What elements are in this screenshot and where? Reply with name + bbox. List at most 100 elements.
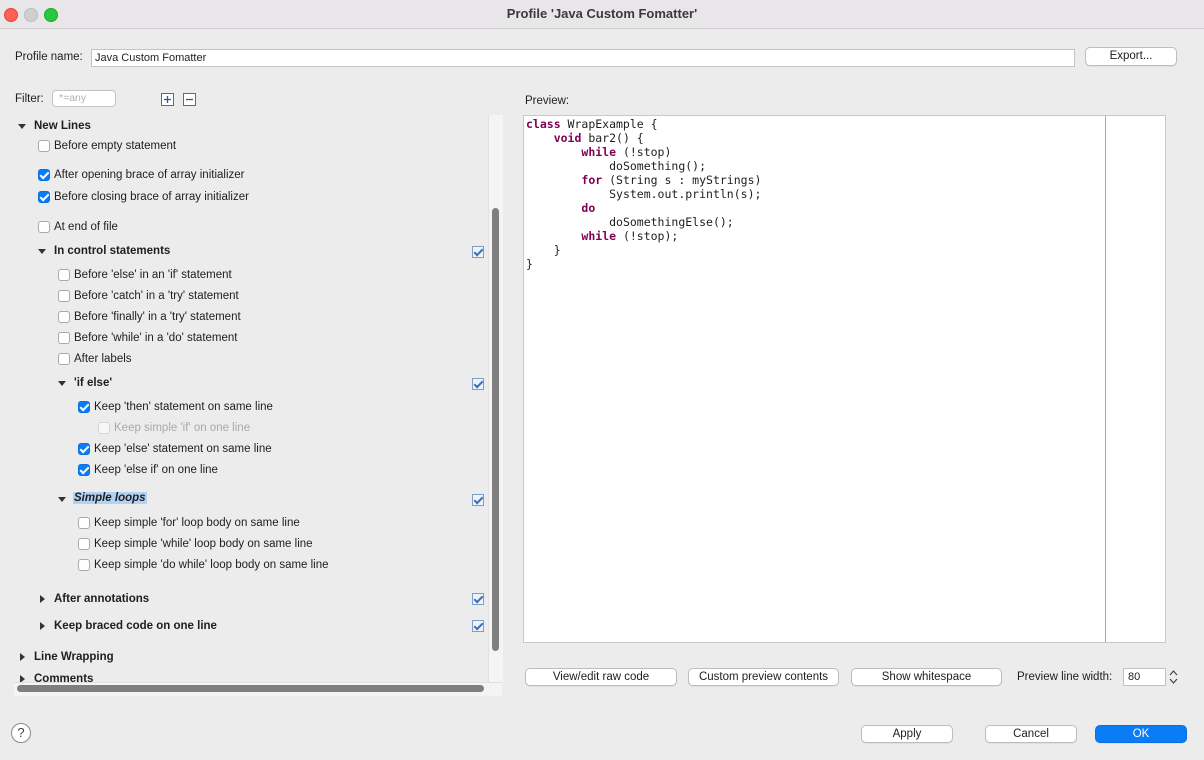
code-text: } [553,243,561,257]
collapse-all-icon[interactable] [183,93,196,106]
help-icon[interactable]: ? [11,723,31,743]
code-text: (String s : myStrings) [602,173,762,187]
tree-horizontal-scrollbar-thumb[interactable] [17,685,484,692]
after-opening-brace-checkbox[interactable] [38,169,50,181]
code-text: (!stop); [616,229,679,243]
after-opening-brace-label: After opening brace of array initializer [54,169,245,181]
code-text: doSomethingElse(); [609,215,734,229]
keep-while-checkbox[interactable] [78,538,90,550]
before-catch-checkbox[interactable] [58,290,70,302]
tree-category-new-lines[interactable]: New Lines [34,120,91,132]
code-line: } [526,257,761,271]
code-line: for (String s : myStrings) [526,173,761,187]
custom-preview-button[interactable]: Custom preview contents [688,668,839,686]
keep-for-checkbox[interactable] [78,517,90,529]
code-line: void bar2() { [526,131,761,145]
apply-button[interactable]: Apply [861,725,953,743]
after-labels-label: After labels [74,353,132,365]
code-line: doSomethingElse(); [526,215,761,229]
chevron-right-icon[interactable] [20,653,25,661]
code-line: class WrapExample { [526,117,761,131]
filter-input[interactable]: *=any [52,90,116,107]
window-title: Profile 'Java Custom Fomatter' [506,6,698,21]
group-check-icon[interactable] [472,378,484,390]
tree-group-simple-loops[interactable]: Simple loops [73,492,147,504]
after-labels-checkbox[interactable] [58,353,70,365]
before-closing-brace-checkbox[interactable] [38,191,50,203]
tree-group-after-annotations[interactable]: After annotations [54,593,149,605]
keep-else-checkbox[interactable] [78,443,90,455]
view-raw-code-button[interactable]: View/edit raw code [525,668,677,686]
chevron-down-icon[interactable] [18,124,26,129]
before-else-checkbox[interactable] [58,269,70,281]
code-keyword: class [526,117,561,131]
profile-name-label: Profile name: [15,51,83,63]
expand-all-icon[interactable] [161,93,174,106]
code-keyword: for [581,173,603,187]
keep-while-label: Keep simple 'while' loop body on same li… [94,538,313,550]
before-closing-brace-label: Before closing brace of array initialize… [54,191,249,203]
before-while-checkbox[interactable] [58,332,70,344]
code-line: while (!stop); [526,229,761,243]
code-keyword: do [581,201,596,215]
group-check-icon[interactable] [472,620,484,632]
tree-group-control-statements[interactable]: In control statements [54,245,170,257]
code-text: bar2() { [581,131,644,145]
keep-do-while-checkbox[interactable] [78,559,90,571]
code-text: (!stop) [616,145,672,159]
before-empty-statement-label: Before empty statement [54,140,177,152]
group-check-icon[interactable] [472,246,484,258]
before-finally-label: Before 'finally' in a 'try' statement [74,311,241,323]
settings-tree: New Lines Before empty statement After o… [14,115,503,695]
end-of-file-label: At end of file [54,221,118,233]
keep-do-while-label: Keep simple 'do while' loop body on same… [94,559,329,571]
keep-for-label: Keep simple 'for' loop body on same line [94,517,300,529]
code-keyword: void [553,131,582,145]
print-margin-line [1105,116,1106,642]
show-whitespace-button[interactable]: Show whitespace [851,668,1002,686]
tree-category-line-wrapping[interactable]: Line Wrapping [34,651,114,663]
code-line: do [526,201,761,215]
export-button[interactable]: Export... [1085,47,1177,66]
filter-label: Filter: [15,93,44,105]
before-catch-label: Before 'catch' in a 'try' statement [74,290,239,302]
profile-name-field[interactable]: Java Custom Fomatter [91,49,1075,67]
chevron-right-icon[interactable] [40,622,45,630]
chevron-down-icon[interactable] [58,381,66,386]
end-of-file-checkbox[interactable] [38,221,50,233]
preview-editor[interactable]: class WrapExample { void bar2() { while … [523,115,1166,643]
code-text: doSomething(); [609,159,707,173]
code-keyword: while [581,229,617,243]
chevron-down-icon[interactable] [58,497,66,502]
keep-then-label: Keep 'then' statement on same line [94,401,273,413]
preview-line-width-input[interactable]: 80 [1123,668,1166,686]
keep-else-if-label: Keep 'else if' on one line [94,464,218,476]
code-text: System.out.println(s); [609,187,762,201]
chevron-down-icon[interactable] [38,249,46,254]
code-line: System.out.println(s); [526,187,761,201]
keep-simple-if-checkbox[interactable] [98,422,110,434]
code-keyword: while [581,145,617,159]
group-check-icon[interactable] [472,593,484,605]
keep-then-checkbox[interactable] [78,401,90,413]
keep-else-if-checkbox[interactable] [78,464,90,476]
line-width-stepper[interactable] [1168,668,1179,686]
chevron-right-icon[interactable] [40,595,45,603]
preview-line-width-label: Preview line width: [1017,671,1113,683]
before-while-label: Before 'while' in a 'do' statement [74,332,238,344]
before-finally-checkbox[interactable] [58,311,70,323]
before-else-label: Before 'else' in an 'if' statement [74,269,232,281]
ok-button[interactable]: OK [1095,725,1187,743]
keep-simple-if-label: Keep simple 'if' on one line [114,422,251,434]
group-check-icon[interactable] [472,494,484,506]
code-line: } [526,243,761,257]
cancel-button[interactable]: Cancel [985,725,1077,743]
code-line: while (!stop) [526,145,761,159]
tree-group-keep-braced[interactable]: Keep braced code on one line [54,620,217,632]
tree-vertical-scrollbar-thumb[interactable] [492,208,499,651]
code-line: doSomething(); [526,159,761,173]
code-text: WrapExample { [560,117,658,131]
tree-group-if-else[interactable]: 'if else' [74,377,112,389]
code-text: } [526,257,533,271]
before-empty-statement-checkbox[interactable] [38,140,50,152]
